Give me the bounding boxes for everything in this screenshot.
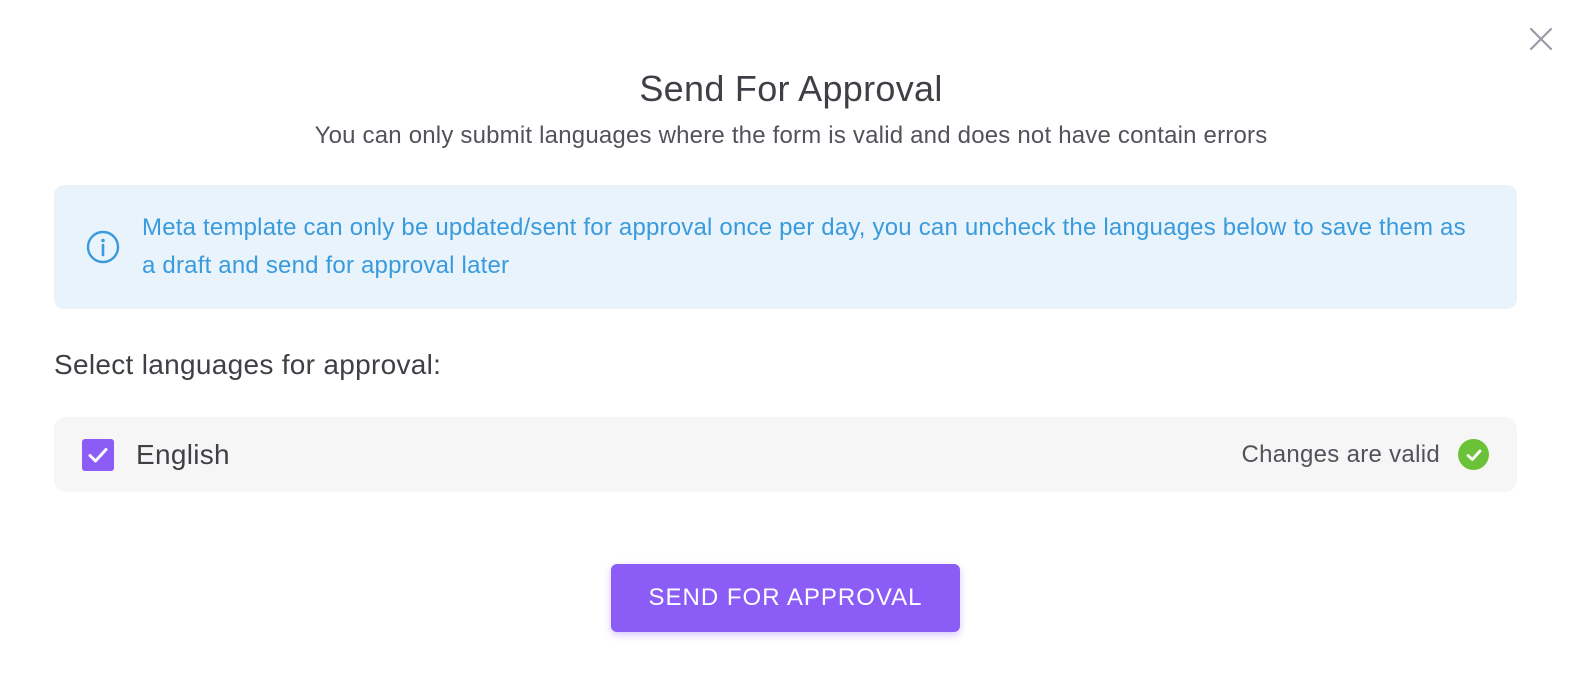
info-alert: Meta template can only be updated/sent f… [54, 185, 1517, 309]
info-message: Meta template can only be updated/sent f… [142, 214, 1466, 279]
language-name: English [136, 438, 230, 470]
checkmark-icon [88, 447, 108, 462]
validation-status-text: Changes are valid [1241, 440, 1440, 468]
languages-label: Select languages for approval: [54, 349, 442, 380]
close-button[interactable] [1526, 24, 1556, 54]
send-for-approval-modal: Send For Approval You can only submit la… [0, 0, 1582, 692]
info-icon [86, 230, 120, 264]
modal-subtitle: You can only submit languages where the … [314, 122, 1268, 149]
language-row-english: English Changes are valid [54, 417, 1517, 492]
send-for-approval-button[interactable]: SEND FOR APPROVAL [611, 564, 960, 632]
check-circle-icon [1458, 439, 1489, 470]
modal-title: Send For Approval [639, 68, 943, 109]
validation-status: Changes are valid [1241, 439, 1489, 470]
close-icon [1529, 27, 1553, 51]
language-checkbox[interactable] [82, 438, 114, 471]
